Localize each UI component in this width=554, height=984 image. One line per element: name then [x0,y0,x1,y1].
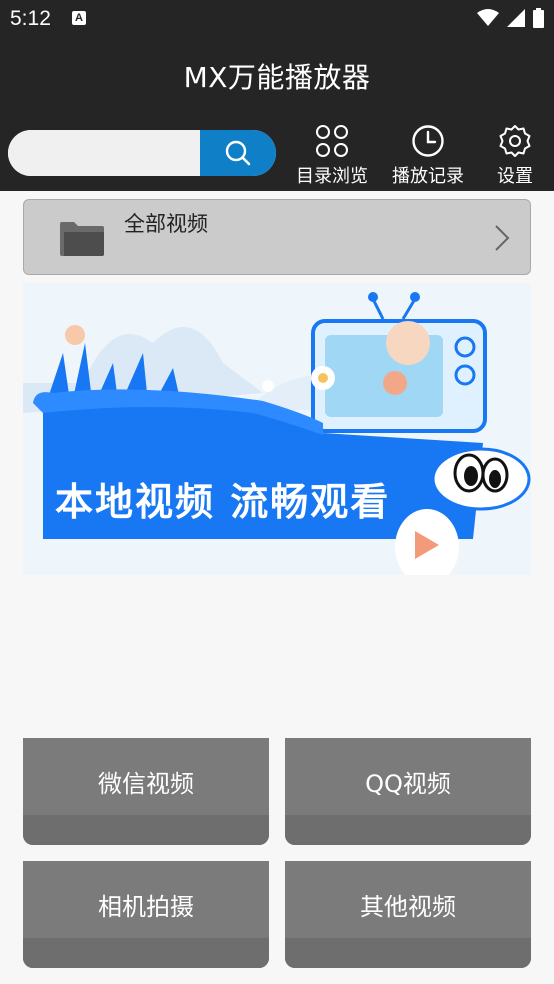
gear-icon [499,125,531,157]
all-videos-label: 全部视频 [124,212,208,236]
tile-shadow [23,938,269,968]
search-input[interactable] [8,130,200,176]
banner-illustration [23,292,531,575]
category-label: 其他视频 [360,893,456,921]
directory-browse-label: 目录浏览 [296,166,368,187]
folder-icon [60,222,104,256]
grid-icon [316,125,348,157]
category-other-videos[interactable]: 其他视频 [285,861,531,968]
category-wechat-videos[interactable]: 微信视频 [23,738,269,845]
search-button[interactable] [200,130,276,176]
promo-banner[interactable]: 本地视频 流畅观看 [23,283,531,575]
battery-icon [533,8,544,28]
directory-browse-button[interactable]: 目录浏览 [296,124,368,188]
clock-icon [412,125,444,157]
app-bar: MX万能播放器 目录浏览 播放记录 设置 [0,38,554,191]
category-label: 相机拍摄 [98,893,194,921]
tile-shadow [23,815,269,845]
signal-icon [507,9,525,27]
banner-text: 本地视频 流畅观看 [55,480,391,524]
notification-a-icon: A [72,11,86,25]
status-bar: 5:12 A [0,0,554,38]
play-history-button[interactable]: 播放记录 [391,124,465,188]
wifi-icon [477,9,499,26]
app-title: MX万能播放器 [183,61,371,94]
play-history-label: 播放记录 [392,166,464,187]
chevron-right-icon [495,225,510,251]
category-label: 微信视频 [98,770,194,798]
settings-label: 设置 [497,166,533,187]
category-camera-videos[interactable]: 相机拍摄 [23,861,269,968]
tile-shadow [285,938,531,968]
category-label: QQ视频 [365,770,451,798]
category-qq-videos[interactable]: QQ视频 [285,738,531,845]
search-icon [225,140,251,166]
tile-shadow [285,815,531,845]
status-time: 5:12 [10,7,51,30]
all-videos-row[interactable]: 全部视频 [23,199,531,275]
settings-button[interactable]: 设置 [496,124,534,188]
search-bar [8,130,276,176]
status-icons [477,8,544,28]
